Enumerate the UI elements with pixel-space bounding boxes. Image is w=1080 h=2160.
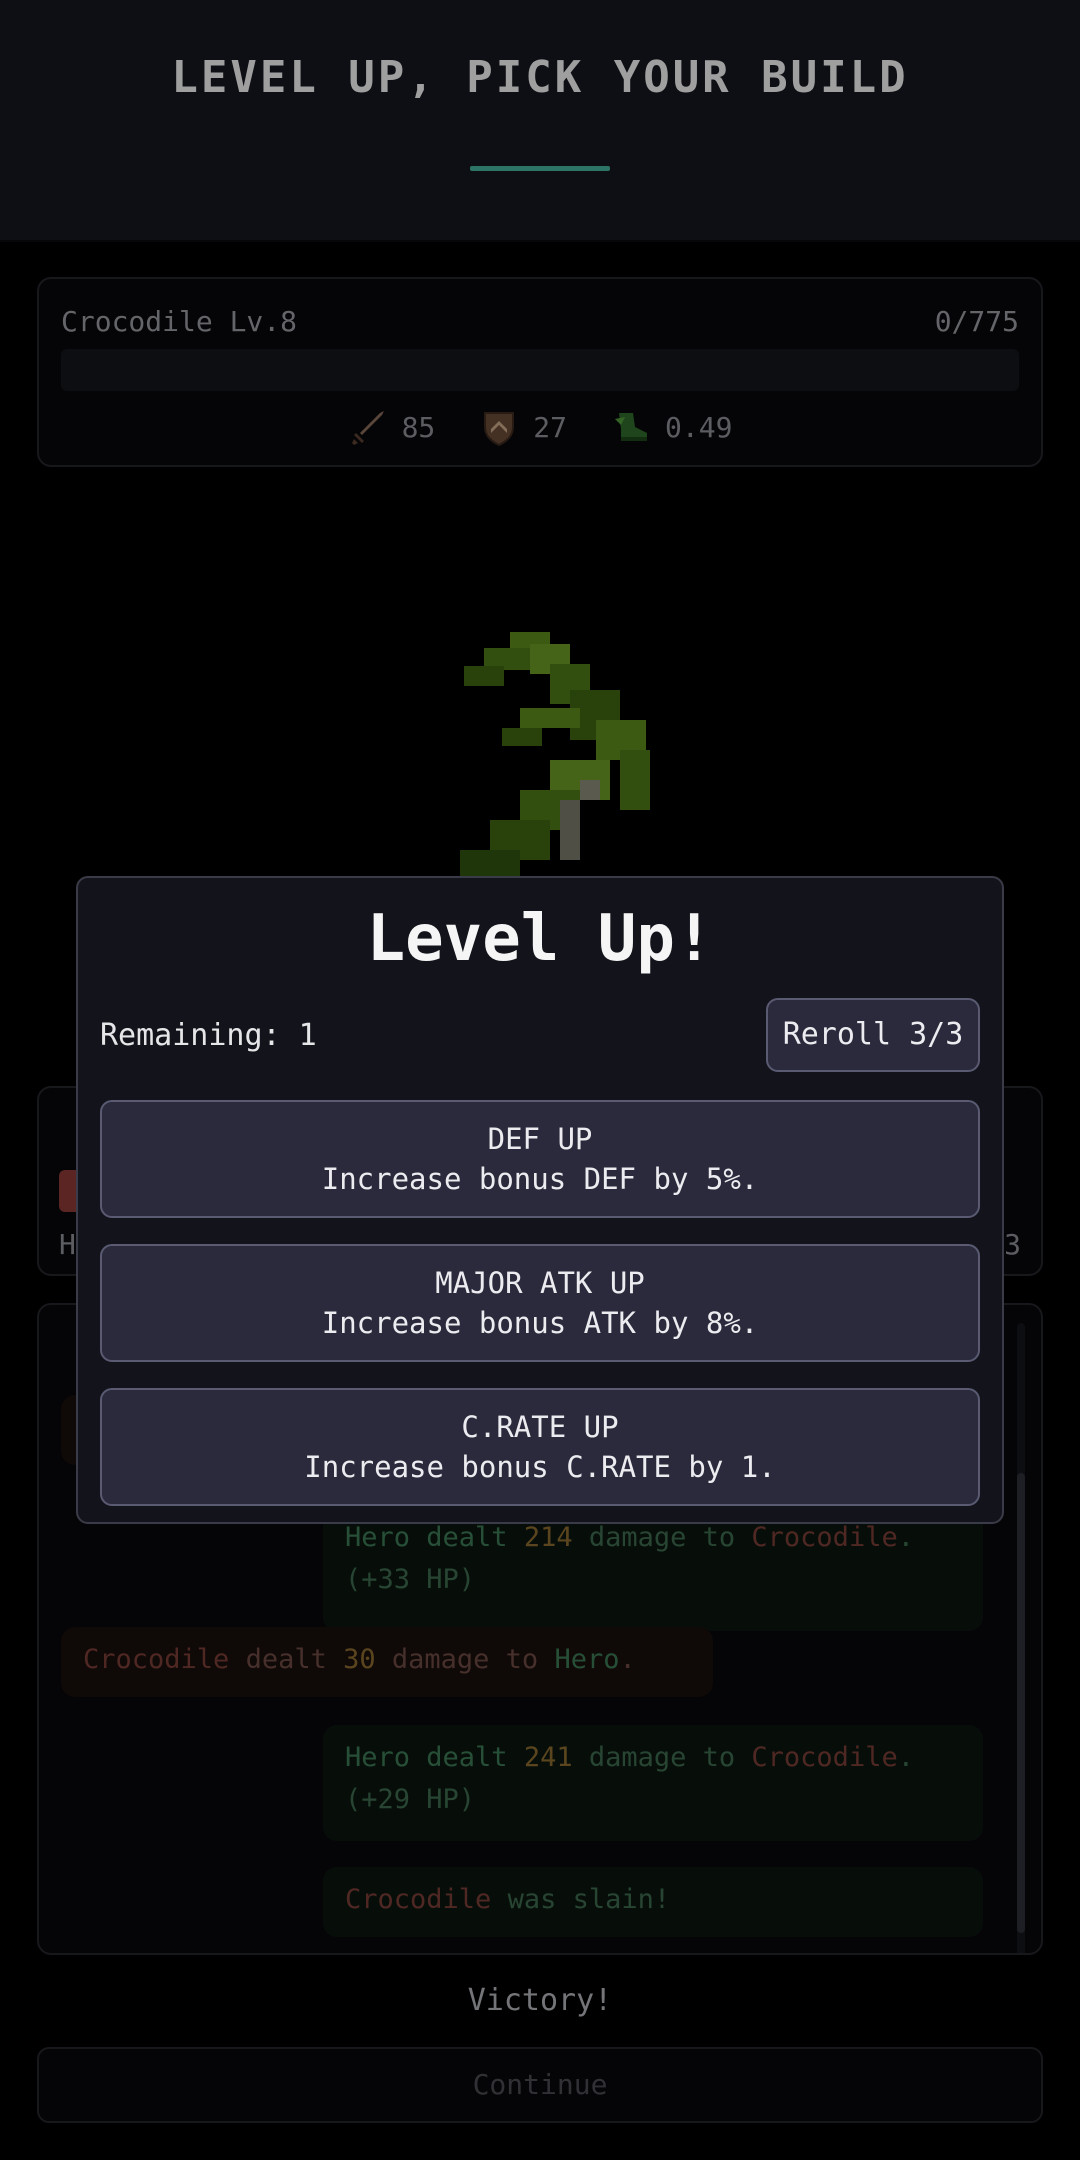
choice-description: Increase bonus DEF by 5%. bbox=[321, 1162, 759, 1196]
choice-major-atk-up[interactable]: MAJOR ATK UP Increase bonus ATK by 8%. bbox=[100, 1244, 980, 1362]
level-up-modal: Level Up! Remaining: 1 Reroll 3/3 DEF UP… bbox=[76, 876, 1004, 1524]
reroll-button[interactable]: Reroll 3/3 bbox=[766, 998, 980, 1072]
modal-title: Level Up! bbox=[366, 902, 714, 976]
remaining-picks: Remaining: 1 bbox=[100, 1018, 317, 1053]
choice-title: C.RATE UP bbox=[461, 1410, 619, 1444]
choice-title: DEF UP bbox=[487, 1122, 593, 1156]
choice-crate-up[interactable]: C.RATE UP Increase bonus C.RATE by 1. bbox=[100, 1388, 980, 1506]
choice-title: MAJOR ATK UP bbox=[435, 1266, 645, 1300]
choice-description: Increase bonus ATK by 8%. bbox=[321, 1306, 759, 1340]
choice-description: Increase bonus C.RATE by 1. bbox=[304, 1450, 776, 1484]
choice-def-up[interactable]: DEF UP Increase bonus DEF by 5%. bbox=[100, 1100, 980, 1218]
